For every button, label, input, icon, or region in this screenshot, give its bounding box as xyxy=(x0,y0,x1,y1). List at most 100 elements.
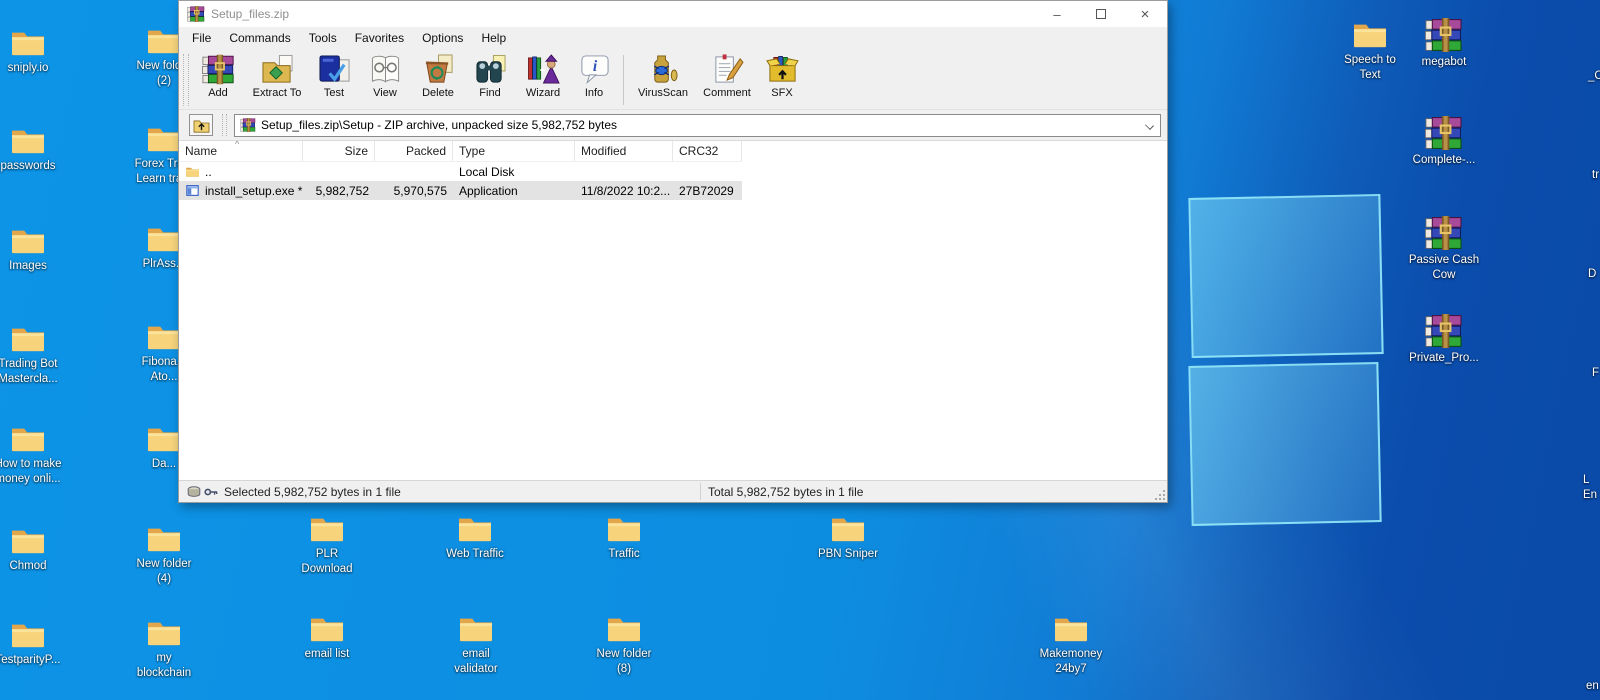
folder-icon xyxy=(9,422,47,454)
sfx-icon xyxy=(766,54,799,85)
desktop-icon-how-to-make-money[interactable]: How to make money onli... xyxy=(0,422,73,486)
address-grip[interactable] xyxy=(222,114,227,136)
window-title: Setup_files.zip xyxy=(211,7,1035,21)
desktop-icon-web-traffic[interactable]: Web Traffic xyxy=(430,512,520,562)
desktop-icon-label: Web Traffic xyxy=(430,547,520,562)
status-bar: Selected 5,982,752 bytes in 1 file Total… xyxy=(179,480,1167,502)
close-button[interactable]: × xyxy=(1123,1,1167,27)
key-icon[interactable] xyxy=(204,486,218,498)
desktop-icon-label: New folder (8) xyxy=(579,647,669,676)
desktop-icon-passive-cash-cow[interactable]: Passive Cash Cow xyxy=(1399,216,1489,282)
up-directory-button[interactable] xyxy=(189,114,213,136)
desktop-icon-label: F xyxy=(1592,366,1600,381)
info-button[interactable]: Info xyxy=(571,52,617,99)
desktop-icon-passwords[interactable]: passwords xyxy=(0,124,73,174)
virusscan-button[interactable]: VirusScan xyxy=(630,52,696,99)
folder-icon xyxy=(9,26,47,58)
folder-icon xyxy=(456,512,494,544)
desktop-icon-new-folder-8[interactable]: New folder (8) xyxy=(579,612,669,676)
menu-options[interactable]: Options xyxy=(413,29,472,47)
wizard-button[interactable]: Wizard xyxy=(515,52,571,99)
column-header-packed[interactable]: Packed xyxy=(375,141,453,162)
desktop-icon-label: TestparityP... xyxy=(0,653,73,668)
table-row-install-setup-exe[interactable]: install_setup.exe * 5,982,752 5,970,575 … xyxy=(179,181,742,200)
column-header-crc32[interactable]: CRC32 xyxy=(673,141,742,162)
delete-icon xyxy=(422,54,455,85)
desktop-icon-my-blockchain[interactable]: my blockchain xyxy=(119,616,209,680)
toolbar-label: Test xyxy=(324,87,344,99)
dropdown-arrow-icon[interactable] xyxy=(1144,119,1156,131)
address-combobox[interactable]: Setup_files.zip\Setup - ZIP archive, unp… xyxy=(234,114,1161,137)
desktop-icon-label: Complete-... xyxy=(1399,153,1489,168)
wizard-icon xyxy=(527,54,560,85)
toolbar-label: Find xyxy=(479,87,500,99)
desktop-icon-chmod[interactable]: Chmod xyxy=(0,524,73,574)
folder-icon xyxy=(9,618,47,650)
menu-commands[interactable]: Commands xyxy=(220,29,299,47)
desktop-icon-email-list[interactable]: email list xyxy=(282,612,372,662)
address-path: Setup_files.zip\Setup - ZIP archive, unp… xyxy=(261,118,1144,132)
view-button[interactable]: View xyxy=(359,52,411,99)
column-header-name[interactable]: Name xyxy=(179,141,303,162)
desktop-edge-label[interactable]: tr xyxy=(1592,165,1600,183)
disk-icon[interactable] xyxy=(187,486,201,498)
toolbar-separator xyxy=(623,55,624,105)
desktop-edge-label[interactable]: L En xyxy=(1583,470,1600,502)
desktop-icon-complete[interactable]: Complete-... xyxy=(1399,116,1489,168)
desktop-icon-sniply-io[interactable]: sniply.io xyxy=(0,26,73,76)
desktop-edge-label[interactable]: en xyxy=(1586,676,1600,694)
desktop-icon-email-validator[interactable]: email validator xyxy=(431,612,521,676)
toolbar: Add Extract To Test View Delete Find Wiz… xyxy=(179,49,1167,110)
comment-button[interactable]: Comment xyxy=(696,52,758,99)
wallpaper-window-pane-top xyxy=(1188,194,1383,358)
toolbar-label: Info xyxy=(585,87,603,99)
column-header-modified[interactable]: Modified xyxy=(575,141,673,162)
desktop-icon-trading-bot[interactable]: Trading Bot Mastercla... xyxy=(0,322,73,386)
add-button[interactable]: Add xyxy=(191,52,245,99)
address-bar: Setup_files.zip\Setup - ZIP archive, unp… xyxy=(179,110,1167,141)
table-row-parent-dir[interactable]: .. Local Disk xyxy=(179,162,742,181)
test-button[interactable]: Test xyxy=(309,52,359,99)
status-divider xyxy=(700,483,701,500)
menu-favorites[interactable]: Favorites xyxy=(346,29,413,47)
desktop-icon-makemoney[interactable]: Makemoney 24by7 xyxy=(1026,612,1116,676)
file-name: install_setup.exe * xyxy=(205,184,302,198)
desktop-icon-label: New folder (4) xyxy=(119,557,209,586)
resize-grip[interactable] xyxy=(1153,488,1166,501)
file-packed: 5,970,575 xyxy=(375,184,453,198)
file-size: 5,982,752 xyxy=(303,184,375,198)
rar-archive-icon xyxy=(1424,216,1464,250)
maximize-icon xyxy=(1096,9,1106,19)
menu-file[interactable]: File xyxy=(183,29,220,47)
desktop-edge-label[interactable]: D xyxy=(1588,264,1600,282)
menu-help[interactable]: Help xyxy=(472,29,515,47)
desktop-icon-traffic[interactable]: Traffic xyxy=(579,512,669,562)
desktop-edge-label[interactable]: _C xyxy=(1588,66,1600,84)
minimize-button[interactable]: – xyxy=(1035,1,1079,27)
minimize-icon: – xyxy=(1053,7,1060,22)
desktop-icon-testparity[interactable]: TestparityP... xyxy=(0,618,73,668)
sfx-button[interactable]: SFX xyxy=(758,52,806,99)
toolbar-label: VirusScan xyxy=(638,87,688,99)
desktop-icon-label: Traffic xyxy=(579,547,669,562)
extract-to-button[interactable]: Extract To xyxy=(245,52,309,99)
title-bar[interactable]: Setup_files.zip – × xyxy=(179,1,1167,27)
desktop-icon-label: PBN Sniper xyxy=(803,547,893,562)
file-modified: 11/8/2022 10:2... xyxy=(575,184,673,198)
delete-button[interactable]: Delete xyxy=(411,52,465,99)
menu-tools[interactable]: Tools xyxy=(300,29,346,47)
desktop-edge-label[interactable]: F xyxy=(1592,363,1600,381)
desktop-icon-images[interactable]: Images xyxy=(0,224,73,274)
column-header-type[interactable]: Type xyxy=(453,141,575,162)
desktop-icon-new-folder-4[interactable]: New folder (4) xyxy=(119,522,209,586)
toolbar-label: Comment xyxy=(703,87,751,99)
desktop-icon-megabot[interactable]: megabot xyxy=(1399,18,1489,70)
find-button[interactable]: Find xyxy=(465,52,515,99)
column-header-size[interactable]: Size xyxy=(303,141,375,162)
maximize-button[interactable] xyxy=(1079,1,1123,27)
toolbar-grip[interactable] xyxy=(183,54,189,106)
desktop-icon-pbn-sniper[interactable]: PBN Sniper xyxy=(803,512,893,562)
desktop-icon-private-pro[interactable]: Private_Pro... xyxy=(1399,314,1489,366)
desktop-icon-plr-download[interactable]: PLR Download xyxy=(282,512,372,576)
toolbar-label: SFX xyxy=(771,87,792,99)
